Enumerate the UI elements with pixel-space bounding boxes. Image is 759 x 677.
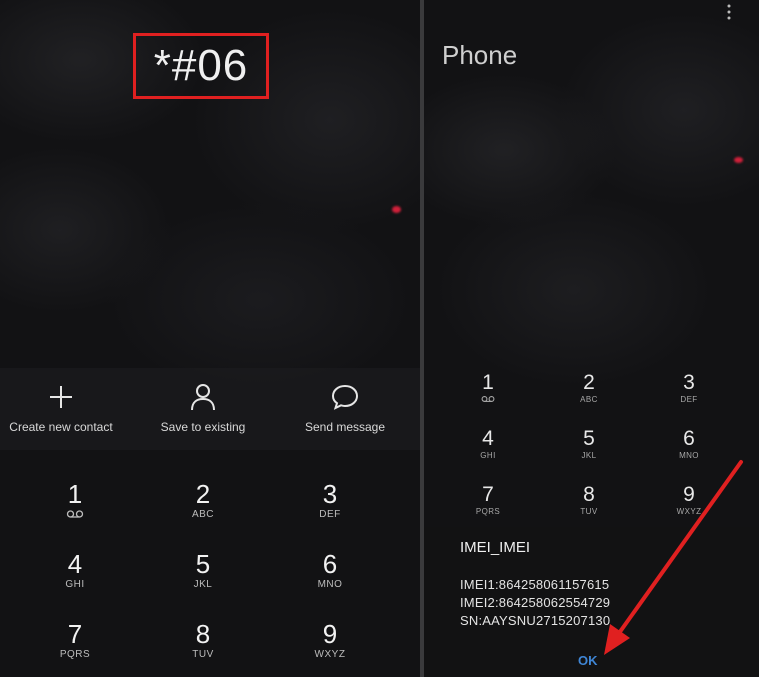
- key-8[interactable]: 8 TUV: [153, 620, 253, 661]
- key-digit: 9: [322, 619, 338, 649]
- key-digit: 4: [482, 427, 494, 450]
- key-1[interactable]: 1: [25, 480, 125, 521]
- key-9[interactable]: 9 WXYZ: [649, 484, 729, 517]
- key-digit: 4: [67, 549, 83, 579]
- dialer-panel-left: *#06 Create new contact Save to existing…: [0, 0, 420, 677]
- key-letters: DEF: [680, 395, 698, 404]
- key-2[interactable]: 2 ABC: [549, 372, 629, 405]
- chat-bubble-icon: [275, 382, 415, 412]
- key-letters: MNO: [679, 451, 699, 460]
- key-letters: PQRS: [475, 507, 501, 516]
- key-5[interactable]: 5 JKL: [549, 428, 629, 461]
- imei1-text: IMEI1:864258061157615: [460, 577, 610, 592]
- person-icon: [133, 382, 273, 412]
- dialer-actions-bar: Create new contact Save to existing Send…: [0, 368, 420, 450]
- voicemail-icon: [25, 509, 125, 521]
- key-7[interactable]: 7 PQRS: [448, 484, 528, 517]
- key-digit: 9: [683, 483, 695, 506]
- key-letters: WXYZ: [676, 507, 702, 516]
- key-3[interactable]: 3 DEF: [649, 372, 729, 405]
- key-digit: 1: [67, 479, 83, 509]
- key-letters: TUV: [192, 649, 214, 660]
- page-title: Phone: [442, 40, 518, 70]
- background-light-dot: [392, 206, 401, 213]
- background-light-dot: [734, 157, 743, 163]
- key-digit: 2: [195, 479, 211, 509]
- key-digit: 6: [322, 549, 338, 579]
- key-digit: 2: [583, 371, 595, 394]
- key-digit: 3: [322, 479, 338, 509]
- key-7[interactable]: 7 PQRS: [25, 620, 125, 661]
- key-4[interactable]: 4 GHI: [448, 428, 528, 461]
- key-letters: PQRS: [59, 649, 91, 660]
- key-digit: 6: [683, 427, 695, 450]
- dialed-number-display[interactable]: *#06: [133, 33, 269, 99]
- ok-button[interactable]: OK: [578, 653, 598, 668]
- key-digit: 7: [482, 483, 494, 506]
- key-letters: MNO: [317, 579, 343, 590]
- key-letters: ABC: [191, 509, 215, 520]
- key-6[interactable]: 6 MNO: [280, 550, 380, 591]
- create-new-contact-label: Create new contact: [9, 420, 113, 434]
- key-letters: JKL: [581, 451, 597, 460]
- key-letters: GHI: [65, 579, 85, 590]
- voicemail-icon: [448, 395, 528, 405]
- key-2[interactable]: 2 ABC: [153, 480, 253, 521]
- key-3[interactable]: 3 DEF: [280, 480, 380, 521]
- key-8[interactable]: 8 TUV: [549, 484, 629, 517]
- key-6[interactable]: 6 MNO: [649, 428, 729, 461]
- key-digit: 3: [683, 371, 695, 394]
- dialer-panel-right: Phone 1 2 ABC 3 DEF 4 GHI 5 JKL 6 MNO 7 …: [424, 0, 759, 677]
- key-letters: TUV: [580, 507, 598, 516]
- key-digit: 5: [583, 427, 595, 450]
- key-digit: 8: [195, 619, 211, 649]
- dialog-title: IMEI_IMEI: [460, 539, 531, 556]
- imei2-text: IMEI2:864258062554729: [460, 595, 611, 610]
- key-digit: 1: [482, 371, 494, 394]
- key-digit: 8: [583, 483, 595, 506]
- key-letters: WXYZ: [314, 649, 346, 660]
- key-letters: JKL: [193, 579, 213, 590]
- key-letters: GHI: [480, 451, 496, 460]
- plus-icon: [0, 382, 131, 412]
- key-digit: 5: [195, 549, 211, 579]
- key-4[interactable]: 4 GHI: [25, 550, 125, 591]
- serial-number-text: SN:AAYSNU2715207130: [460, 613, 611, 628]
- key-5[interactable]: 5 JKL: [153, 550, 253, 591]
- save-to-existing-label: Save to existing: [160, 420, 246, 434]
- dialed-number-text: *#06: [153, 41, 249, 90]
- imei-dialog: IMEI_IMEI IMEI1:864258061157615 IMEI2:86…: [424, 527, 759, 677]
- key-letters: ABC: [580, 395, 598, 404]
- send-message-label: Send message: [304, 420, 386, 434]
- key-digit: 7: [67, 619, 83, 649]
- save-to-existing-button[interactable]: Save to existing: [133, 382, 273, 434]
- create-new-contact-button[interactable]: Create new contact: [0, 382, 131, 434]
- key-9[interactable]: 9 WXYZ: [280, 620, 380, 661]
- key-1[interactable]: 1: [448, 372, 528, 405]
- more-options-icon[interactable]: [724, 2, 734, 22]
- send-message-button[interactable]: Send message: [275, 382, 415, 434]
- key-letters: DEF: [319, 509, 341, 520]
